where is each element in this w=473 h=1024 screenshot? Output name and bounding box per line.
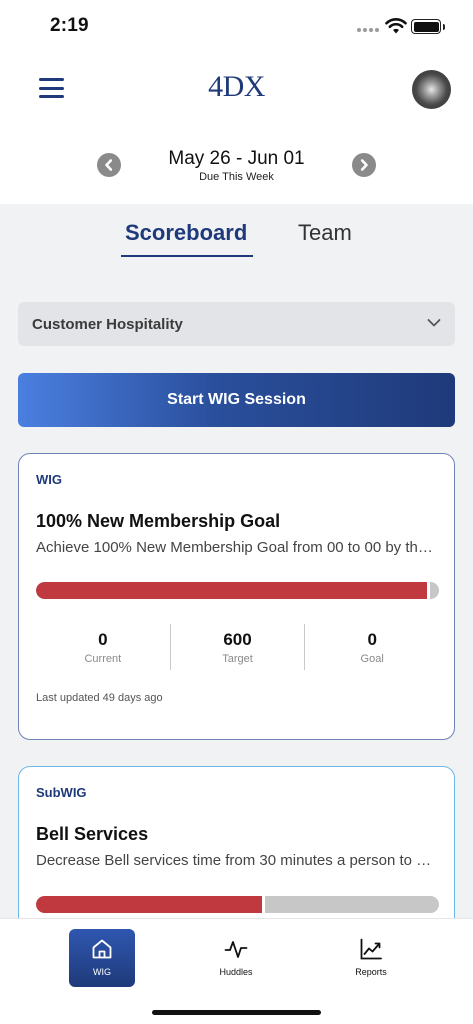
- stat-current: 0 Current: [36, 624, 170, 670]
- progress-gap: [427, 582, 430, 599]
- stat-goal: 0 Goal: [304, 624, 439, 670]
- progress-fill: [36, 896, 262, 913]
- nav-huddles[interactable]: Huddles: [203, 929, 269, 987]
- nav-wig[interactable]: WIG: [69, 929, 135, 987]
- chevron-down-icon: [427, 319, 441, 327]
- wig-card[interactable]: WIG 100% New Membership Goal Achieve 100…: [18, 453, 455, 740]
- date-range: May 26 - Jun 01: [168, 148, 305, 169]
- card-description: Achieve 100% New Membership Goal from 00…: [36, 539, 436, 556]
- card-tag: SubWIG: [36, 785, 87, 800]
- chart-trend-icon: [360, 938, 382, 960]
- stat-label: Current: [84, 653, 122, 665]
- stat-target: 600 Target: [169, 624, 305, 670]
- stat-value: 0: [98, 630, 108, 649]
- card-tag: WIG: [36, 472, 62, 487]
- progress-bar: [36, 896, 439, 913]
- card-description: Decrease Bell services time from 30 minu…: [36, 852, 436, 869]
- next-week-button[interactable]: [352, 153, 376, 177]
- start-wig-session-button[interactable]: Start WIG Session: [18, 373, 455, 427]
- nav-label: Reports: [355, 967, 387, 977]
- active-tab-indicator: [121, 255, 253, 257]
- home-indicator: [152, 1010, 321, 1015]
- nav-label: Huddles: [219, 967, 253, 977]
- last-updated: Last updated 49 days ago: [36, 692, 163, 704]
- date-subtitle: Due This Week: [199, 171, 274, 183]
- tab-team[interactable]: Team: [298, 220, 352, 246]
- battery-icon: [411, 19, 441, 34]
- home-icon: [92, 939, 112, 959]
- stat-label: Target: [222, 653, 253, 665]
- app-logo: 4DX: [208, 70, 265, 103]
- team-dropdown[interactable]: Customer Hospitality: [18, 302, 455, 346]
- progress-bar: [36, 582, 439, 599]
- progress-gap: [262, 896, 265, 913]
- stat-value: 600: [223, 630, 252, 649]
- card-title: 100% New Membership Goal: [36, 511, 281, 531]
- stat-label: Goal: [360, 653, 384, 665]
- avatar[interactable]: [412, 70, 451, 109]
- stats-row: 0 Current 600 Target 0 Goal: [36, 624, 439, 670]
- nav-label: WIG: [93, 967, 111, 977]
- bottom-navigation: WIG Huddles Reports: [0, 918, 473, 1024]
- pulse-icon: [224, 941, 248, 958]
- tab-scoreboard[interactable]: Scoreboard: [125, 220, 247, 246]
- progress-fill: [36, 582, 427, 599]
- card-title: Bell Services: [36, 824, 149, 844]
- signal-icon: [357, 28, 379, 32]
- dropdown-selected-value: Customer Hospitality: [32, 316, 183, 333]
- wifi-icon: [385, 18, 407, 34]
- nav-reports[interactable]: Reports: [338, 929, 404, 987]
- chevron-right-icon: [360, 159, 368, 171]
- status-time: 2:19: [50, 15, 89, 36]
- stat-value: 0: [367, 630, 377, 649]
